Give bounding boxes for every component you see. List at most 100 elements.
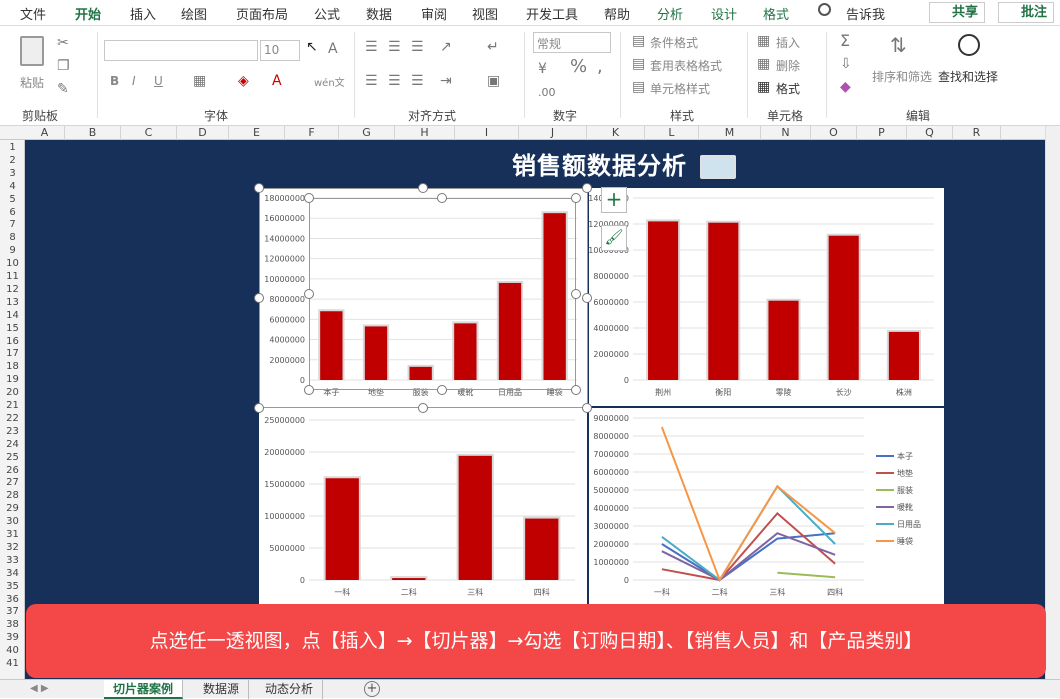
tell-me-search[interactable]: 告诉我 [846, 4, 885, 23]
row-header[interactable]: 25 [0, 452, 24, 463]
clear-icon[interactable]: ◆ [840, 80, 851, 94]
ribbon-tab-12[interactable]: 设计 [711, 4, 737, 23]
ribbon-tab-6[interactable]: 数据 [366, 4, 392, 23]
row-header[interactable]: 7 [0, 220, 24, 230]
column-header[interactable]: I [455, 126, 519, 140]
align-left-icon[interactable]: ☰ [365, 74, 378, 88]
cut-icon[interactable]: ✂ [57, 36, 69, 50]
resize-handle[interactable] [437, 385, 447, 395]
column-header[interactable]: K [587, 126, 645, 140]
font-name-input[interactable] [104, 40, 258, 61]
fill-color-icon[interactable]: ◈ [238, 74, 249, 88]
resize-handle[interactable] [437, 193, 447, 203]
ribbon-tab-1[interactable]: 开始 [75, 4, 102, 28]
bold-button[interactable]: B [110, 74, 119, 88]
column-header[interactable]: R [953, 126, 1001, 140]
row-header[interactable]: 13 [0, 297, 24, 308]
align-top-icon[interactable]: ☰ [365, 40, 378, 54]
row-header[interactable]: 37 [0, 607, 24, 617]
row-header[interactable]: 30 [0, 517, 24, 527]
bar[interactable] [392, 578, 426, 580]
indent-icon[interactable]: ⇥ [440, 74, 452, 88]
phonetic-button[interactable]: wén文 [314, 74, 345, 89]
column-header[interactable]: J [519, 126, 587, 140]
paste-button[interactable]: 粘贴 [16, 34, 50, 94]
resize-handle[interactable] [418, 403, 428, 413]
column-header[interactable]: Q [907, 126, 953, 140]
add-sheet-icon[interactable]: + [364, 681, 380, 697]
row-header[interactable]: 11 [0, 272, 24, 282]
orientation-icon[interactable]: ↗ [440, 40, 452, 54]
share-button[interactable]: 共享 [929, 2, 986, 23]
column-header[interactable]: E [229, 126, 285, 140]
resize-handle[interactable] [254, 403, 264, 413]
format-cells-button[interactable]: 格式 [776, 80, 800, 97]
comment-button[interactable]: 批注 [998, 2, 1055, 23]
row-header[interactable]: 14 [0, 310, 24, 321]
row-header[interactable]: 24 [0, 439, 24, 450]
row-header[interactable]: 26 [0, 465, 24, 476]
resize-handle[interactable] [571, 289, 581, 299]
row-header[interactable]: 4 [0, 181, 24, 192]
resize-handle[interactable] [418, 183, 428, 193]
ribbon-tab-9[interactable]: 开发工具 [526, 4, 578, 23]
series-line[interactable] [777, 571, 836, 579]
row-header[interactable]: 3 [0, 168, 24, 179]
comma-icon[interactable]: , [597, 58, 603, 76]
series-line[interactable] [661, 511, 836, 582]
row-header[interactable]: 33 [0, 555, 24, 566]
sheet-tab-0[interactable]: 切片器案例 [104, 680, 184, 699]
align-right-icon[interactable]: ☰ [411, 74, 424, 88]
ribbon-tab-2[interactable]: 插入 [130, 4, 156, 23]
resize-handle[interactable] [304, 193, 314, 203]
column-header[interactable]: F [285, 126, 339, 140]
column-header[interactable]: G [339, 126, 395, 140]
bar[interactable] [525, 518, 559, 580]
percent-icon[interactable]: % [570, 58, 587, 76]
ribbon-tab-3[interactable]: 绘图 [181, 4, 207, 23]
merge-icon[interactable]: ▣ [487, 74, 500, 88]
find-select-button[interactable]: 查找和选择 [938, 68, 998, 85]
format-painter-icon[interactable]: ✎ [57, 82, 69, 96]
resize-handle[interactable] [582, 293, 592, 303]
row-header[interactable]: 40 [0, 646, 24, 656]
sheet-canvas[interactable]: 销售额数据分析 0 2000000 4000000 6000000 8000000 100… [25, 140, 1045, 679]
row-header[interactable]: 38 [0, 620, 24, 630]
column-header[interactable]: D [177, 126, 229, 140]
row-header[interactable]: 32 [0, 542, 24, 553]
row-header[interactable]: 31 [0, 530, 24, 540]
cell-styles-button[interactable]: 单元格样式 [650, 80, 710, 97]
row-header[interactable]: 5 [0, 194, 24, 205]
resize-handle[interactable] [582, 183, 592, 193]
chart-city[interactable]: 0200000040000006000000800000010000000120… [589, 188, 944, 406]
column-header[interactable]: L [645, 126, 699, 140]
plot-area-frame[interactable] [309, 198, 576, 390]
column-header[interactable]: O [811, 126, 857, 140]
row-header[interactable]: 21 [0, 401, 24, 411]
row-header[interactable]: 2 [0, 155, 24, 166]
sheet-nav-icon[interactable]: ◀ ▶ [30, 683, 49, 694]
italic-button[interactable]: I [132, 74, 136, 88]
row-header[interactable]: 15 [0, 323, 24, 334]
row-header[interactable]: 17 [0, 349, 24, 359]
ribbon-tab-0[interactable]: 文件 [20, 4, 46, 23]
grow-font-icon[interactable]: A [328, 42, 338, 56]
underline-button[interactable]: U [154, 74, 163, 88]
resize-handle[interactable] [571, 193, 581, 203]
align-bottom-icon[interactable]: ☰ [411, 40, 424, 54]
sheet-tab-1[interactable]: 数据源 [194, 680, 250, 699]
row-header[interactable]: 27 [0, 478, 24, 488]
currency-icon[interactable]: ¥ [538, 62, 547, 76]
row-header[interactable]: 12 [0, 284, 24, 295]
bar[interactable] [828, 235, 859, 380]
row-header[interactable]: 29 [0, 504, 24, 514]
bar[interactable] [708, 222, 739, 380]
column-header[interactable]: C [121, 126, 177, 140]
decimal-icon[interactable]: .00 [538, 86, 556, 100]
row-header[interactable]: 28 [0, 491, 24, 501]
row-header[interactable]: 6 [0, 207, 24, 218]
format-as-table-button[interactable]: 套用表格格式 [650, 57, 722, 74]
chart-elements-button[interactable]: + [601, 187, 627, 213]
row-header[interactable]: 19 [0, 375, 24, 385]
sheet-tab-2[interactable]: 动态分析 [256, 680, 324, 699]
